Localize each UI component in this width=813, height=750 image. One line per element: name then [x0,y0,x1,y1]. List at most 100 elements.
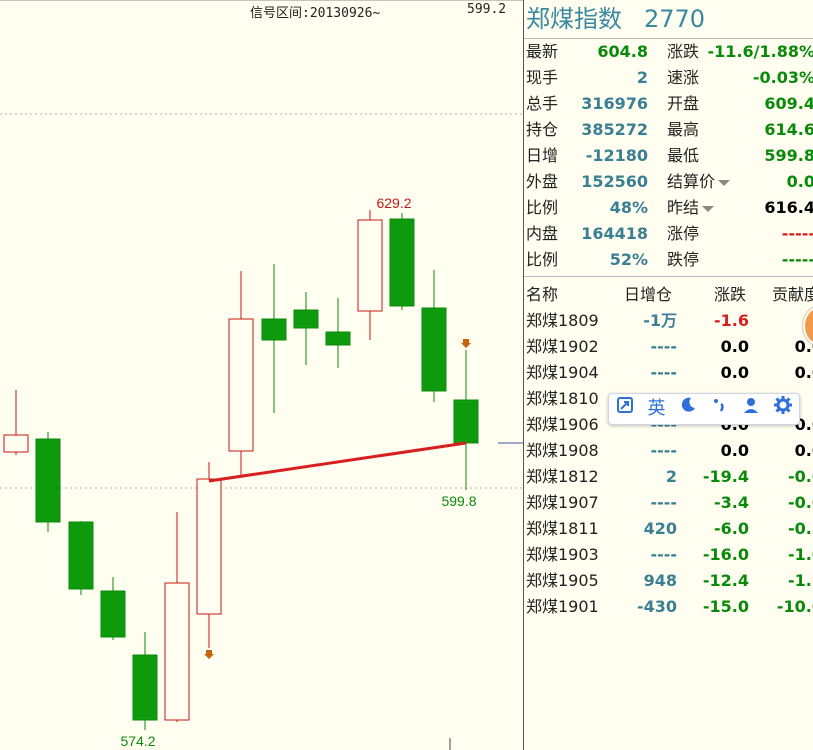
quote-field-label: 昨结 [667,195,715,221]
user-icon[interactable] [739,394,763,424]
change-cell: -12.4 [702,571,749,590]
quote-field-label: 速涨 [667,65,699,91]
contrib-cell: -1.0 [788,545,813,564]
candle-body [100,590,126,638]
quote-field: 跌停 ----- [665,247,813,273]
quote-field-value: -12180 [585,146,648,165]
quote-field-value: 52% [609,250,648,269]
col-header-change: 涨跌 [714,285,747,304]
table-row[interactable]: 郑煤1907 ---- -3.4 -0.0 [524,490,813,516]
gear-icon[interactable] [771,394,795,424]
quote-field-label: 持仓 [526,120,559,139]
candle-body [293,309,319,329]
table-row[interactable]: 郑煤1901 -430 -15.0 -10.0 [524,594,813,620]
quote-field-label-text: 涨跌 [667,42,700,61]
contract-name: 郑煤1809 [526,311,599,330]
change-cell: 0.0 [720,363,749,382]
quote-field: 总手 316976 [524,91,664,117]
ime-toolbar[interactable]: 英 [608,393,800,425]
quote-title: 郑煤指数 2770 [524,0,813,39]
table-row[interactable]: 郑煤1905 948 -12.4 -1.5 [524,568,813,594]
change-cell: 0.0 [720,337,749,356]
contract-name: 郑煤1811 [526,519,599,538]
quote-field: 日增 -12180 [524,143,664,169]
quote-field-value: ----- [781,250,813,269]
table-row[interactable]: 郑煤1902----0.00.0 [524,334,813,360]
quote-field-label: 涨停 [667,221,699,247]
quote-field: 最低 599.8 [665,143,813,169]
price-annotation: 599.8 [441,493,476,509]
kline-chart-panel[interactable]: 629.2 599.8 574.2 信号区间:20130926~ 599.2 [0,0,523,750]
quote-field-label: 最高 [667,117,699,143]
quote-field-label-text: 最低 [667,146,700,165]
quote-field-label-text: 最高 [667,120,700,139]
contrib-cell: -1.5 [788,571,813,590]
table-row[interactable]: 郑煤1812 2 -19.4 -0.0 [524,464,813,490]
change-cell: -19.4 [702,467,749,486]
oi-change-cell: 420 [643,519,677,538]
oi-change-cell: 2 [665,467,677,486]
table-row[interactable]: 郑煤1811 420 -6.0 -0.1 [524,516,813,542]
col-header-name: 名称 [526,285,559,304]
quote-field-value: 152560 [581,172,648,191]
quote-field: 比例 48% [524,195,664,221]
contrib-cell: -0.1 [788,519,813,538]
quote-field-value: ----- [781,224,813,243]
quote-field-value: 616.4 [764,198,813,217]
quote-field-label-text: 开盘 [667,94,700,113]
punctuation-icon[interactable] [708,394,732,424]
table-row[interactable]: 郑煤1903 ---- -16.0 -1.0 [524,542,813,568]
quote-field-label: 现手 [526,68,559,87]
quote-field-label: 比例 [526,250,559,269]
oi-change-cell: ---- [650,363,677,382]
quote-field: 开盘 609.4 [665,91,813,117]
candle-body [325,331,351,346]
quote-field-label: 外盘 [526,172,559,191]
oi-change-cell: ---- [650,545,677,564]
contrib-cell: -0.0 [788,493,813,512]
contract-name: 郑煤1904 [526,363,599,382]
col-header-contrib: 贡献度 [772,285,813,304]
table-row[interactable]: 郑煤1809-1万-1.61. [524,308,813,334]
moon-icon[interactable] [676,394,700,424]
instrument-name: 郑煤指数 [526,5,622,33]
candle-body [389,218,415,307]
quote-field-value: 604.8 [597,42,648,61]
lang-icon[interactable]: 英 [644,394,668,424]
dropdown-arrow-icon[interactable] [702,205,715,212]
contrib-cell: 0.0 [794,441,813,460]
quote-field-label-text: 跌停 [667,250,700,269]
dropdown-arrow-icon[interactable] [718,179,731,186]
candle-body [357,219,383,312]
square-arrow-icon[interactable] [613,394,637,424]
quote-field: 最新 604.8 [524,39,664,65]
change-cell: -6.0 [714,519,749,538]
candle-body [3,434,29,453]
quote-field-value: 599.8 [764,146,813,165]
quote-field-value: 316976 [581,94,648,113]
oi-change-cell: ---- [650,441,677,460]
quote-field-value: -0.03% [752,68,813,87]
quote-field[interactable]: 昨结 616.4 [665,195,813,221]
quote-field-label: 开盘 [667,91,699,117]
table-row[interactable]: 郑煤1904 ---- 0.0 0.0 [524,360,813,386]
contract-name: 郑煤1907 [526,493,599,512]
candle-body [132,654,158,721]
quote-field-label-text: 速涨 [667,68,700,87]
quote-field: 现手 2 [524,65,664,91]
quote-field[interactable]: 结算价 0.0 [665,169,813,195]
quote-field: 最高 614.6 [665,117,813,143]
contract-name: 郑煤1908 [526,441,599,460]
price-annotation: 574.2 [120,733,155,749]
oi-change-cell: 948 [643,571,677,590]
contract-name: 郑煤1902 [526,337,599,356]
quote-field-label: 总手 [526,94,559,113]
table-row[interactable]: 郑煤1908 ---- 0.0 0.0 [524,438,813,464]
kline-chart[interactable]: 629.2 599.8 574.2 [0,0,523,750]
oi-change-cell: -430 [636,597,677,616]
quote-field: 内盘 164418 [524,221,664,247]
quote-panel: 郑煤指数 2770 最新 604.8 现手 2 总手 316976 持仓 385272 日增 -1… [524,0,813,750]
oi-change-cell: ---- [650,337,677,356]
contract-name: 郑煤1903 [526,545,599,564]
change-cell: -3.4 [714,493,749,512]
